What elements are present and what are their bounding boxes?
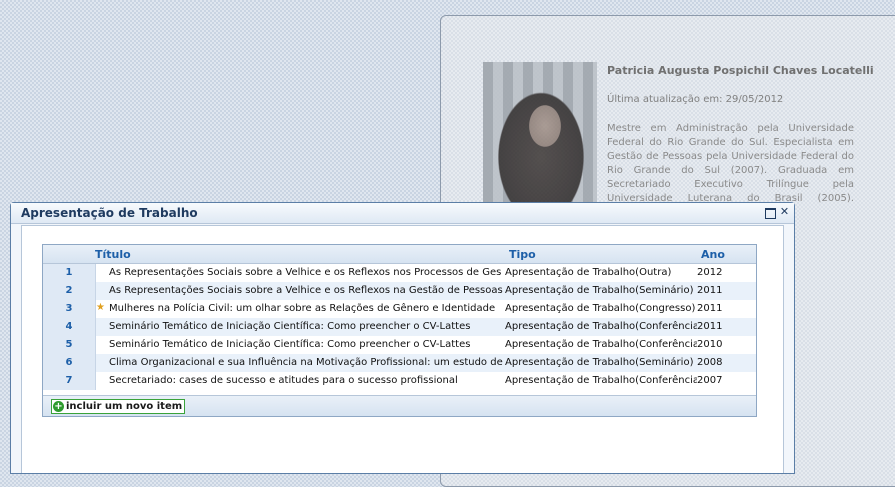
row-type: Apresentação de Trabalho(Conferência (505, 321, 697, 332)
row-type: Apresentação de Trabalho(Congresso) (505, 303, 696, 314)
row-title[interactable]: As Representações Sociais sobre a Velhic… (109, 282, 505, 300)
row-year: 2007 (697, 375, 723, 386)
row-number: 6 (43, 354, 96, 372)
row-title[interactable]: Clima Organizacional e sua Influência na… (109, 354, 505, 372)
table-footer: + incluir um novo item (43, 395, 756, 416)
row-year: 2011 (697, 321, 723, 332)
column-header-titulo[interactable]: Título (95, 248, 131, 261)
close-icon[interactable]: ✕ (779, 206, 790, 218)
row-year: 2010 (697, 339, 723, 350)
add-item-label: incluir um novo item (66, 401, 183, 412)
row-year: 2011 (697, 285, 723, 296)
profile-name: Patricia Augusta Pospichil Chaves Locate… (607, 64, 874, 77)
row-number: 1 (43, 264, 96, 282)
table-row[interactable]: 7 Secretariado: cases de sucesso e atitud… (43, 372, 756, 390)
row-title[interactable]: As Representações Sociais sobre a Velhic… (109, 264, 505, 282)
column-header-ano[interactable]: Ano (701, 248, 725, 261)
plus-circle-icon: + (53, 401, 64, 412)
table-row[interactable]: 1 As Representações Sociais sobre a Velhi… (43, 264, 756, 282)
row-year: 2008 (697, 357, 723, 368)
table-row[interactable]: 6 Clima Organizacional e sua Influência n… (43, 354, 756, 372)
profile-photo (483, 62, 597, 204)
row-type: Apresentação de Trabalho(Seminário) (505, 357, 694, 368)
dialog-body: Título Tipo Ano 1 As Representações Socia… (21, 225, 784, 473)
row-type: Apresentação de Trabalho(Seminário) (505, 285, 694, 296)
table-row[interactable]: 3 ★ Mulheres na Polícia Civil: um olhar so… (43, 300, 756, 318)
row-number: 4 (43, 318, 96, 336)
row-type: Apresentação de Trabalho(Outra) (505, 267, 672, 278)
row-title[interactable]: Mulheres na Polícia Civil: um olhar sobr… (109, 300, 505, 318)
row-year: 2011 (697, 303, 723, 314)
row-title[interactable]: Seminário Temático de Iniciação Científi… (109, 336, 505, 354)
table-body: 1 As Representações Sociais sobre a Velhi… (43, 264, 756, 390)
row-title[interactable]: Seminário Temático de Iniciação Científi… (109, 318, 505, 336)
table-header: Título Tipo Ano (43, 245, 756, 264)
window-controls: ✕ (765, 206, 790, 219)
maximize-icon[interactable] (765, 208, 776, 219)
table-row[interactable]: 2 As Representações Sociais sobre a Velhi… (43, 282, 756, 300)
table-row[interactable]: 4 Seminário Temático de Iniciação Científ… (43, 318, 756, 336)
row-number: 3 (43, 300, 96, 318)
row-type: Apresentação de Trabalho(Conferência (505, 339, 697, 350)
apresentacao-dialog: Apresentação de Trabalho ✕ Título Tipo A… (10, 202, 795, 474)
items-table: Título Tipo Ano 1 As Representações Socia… (42, 244, 757, 417)
row-type: Apresentação de Trabalho(Conferência (505, 375, 697, 386)
row-title[interactable]: Secretariado: cases de sucesso e atitude… (109, 372, 505, 390)
dialog-title: Apresentação de Trabalho (11, 203, 794, 224)
star-icon: ★ (96, 302, 105, 313)
row-number: 2 (43, 282, 96, 300)
row-year: 2012 (697, 267, 723, 278)
table-row[interactable]: 5 Seminário Temático de Iniciação Científ… (43, 336, 756, 354)
profile-updated: Última atualização em: 29/05/2012 (607, 94, 784, 105)
add-item-button[interactable]: + incluir um novo item (51, 399, 186, 414)
column-header-tipo[interactable]: Tipo (509, 248, 536, 261)
row-number: 5 (43, 336, 96, 354)
row-number: 7 (43, 372, 96, 390)
